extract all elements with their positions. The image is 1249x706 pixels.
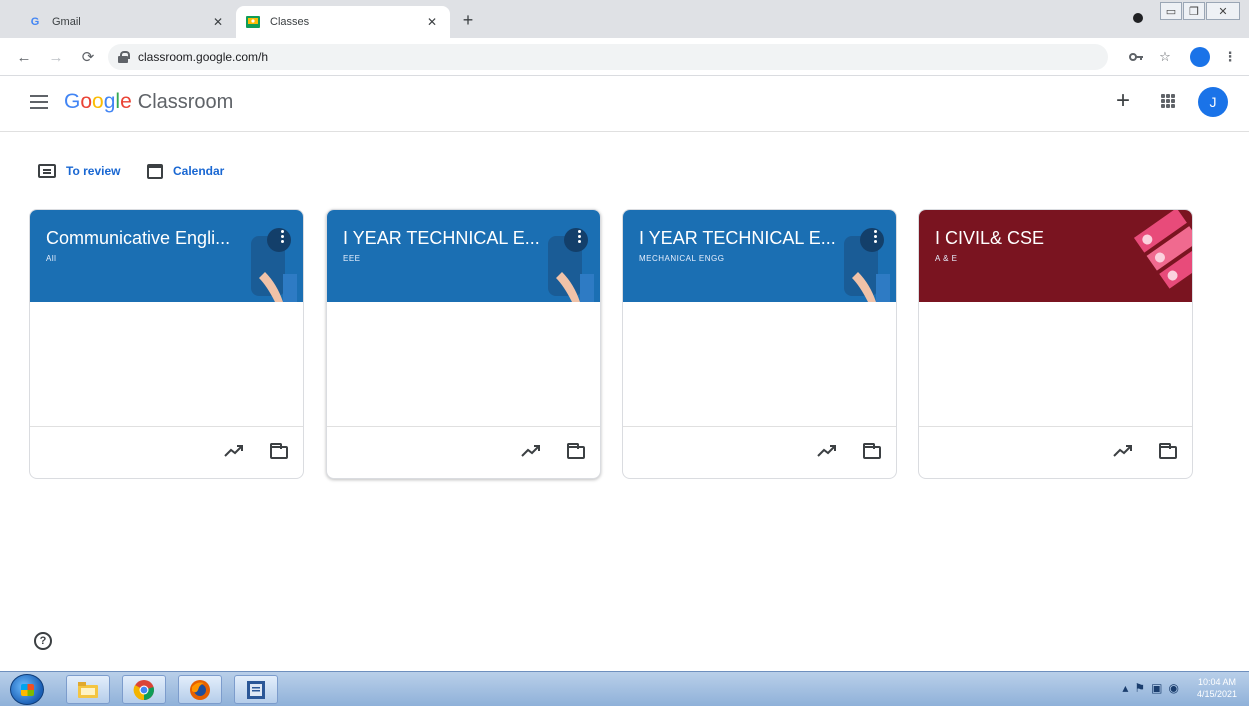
key-icon[interactable] (1126, 47, 1146, 67)
reload-icon[interactable]: ⟳ (78, 47, 98, 67)
start-button[interactable] (10, 674, 44, 705)
app-header: Google Classroom + J (0, 76, 1249, 132)
calendar-link[interactable]: Calendar (147, 161, 224, 181)
to-review-label: To review (66, 164, 121, 178)
lock-icon (118, 51, 130, 63)
taskbar-word-button[interactable] (234, 675, 278, 704)
calendar-icon (147, 163, 163, 179)
card-footer (30, 426, 303, 478)
browser-menu-icon[interactable]: ⋮ (1220, 47, 1240, 67)
classroom-favicon-icon (246, 15, 260, 29)
class-card[interactable]: Communicative Engli... All (29, 209, 304, 479)
tray-icons[interactable]: ▴⚑▣◉ (1122, 681, 1185, 695)
windows-taskbar: ▴⚑▣◉ 10:04 AM 4/15/2021 (0, 671, 1249, 706)
forward-arrow-icon[interactable]: → (46, 47, 66, 67)
folder-icon[interactable] (863, 443, 881, 459)
to-review-icon (38, 164, 56, 178)
back-arrow-icon[interactable]: ← (14, 47, 34, 67)
google-classroom-logo[interactable]: Google Classroom (64, 90, 233, 114)
product-name: Classroom (137, 91, 234, 113)
trending-up-icon[interactable] (817, 443, 837, 459)
restore-button[interactable]: ❐ (1183, 2, 1205, 20)
banner-illustration-icon (251, 228, 297, 302)
minimize-button[interactable]: ▭ (1160, 2, 1182, 20)
create-join-class-button[interactable]: + (1112, 89, 1134, 113)
new-tab-button[interactable]: + (458, 10, 478, 31)
tab-classes[interactable]: Classes ✕ (236, 6, 450, 38)
card-footer (623, 426, 896, 478)
folder-icon[interactable] (270, 443, 288, 459)
class-name[interactable]: I YEAR TECHNICAL E... (639, 228, 836, 249)
main-menu-icon[interactable] (30, 95, 48, 109)
folder-icon (78, 681, 98, 698)
class-banner[interactable]: I CIVIL& CSE A & E (919, 210, 1192, 302)
folder-icon[interactable] (1159, 443, 1177, 459)
taskbar-explorer-button[interactable] (66, 675, 110, 704)
trending-up-icon[interactable] (224, 443, 244, 459)
url-text: classroom.google.com/h (138, 50, 269, 64)
help-icon[interactable]: ? (34, 632, 52, 650)
class-section: MECHANICAL ENGG (639, 254, 725, 263)
gmail-favicon-icon: G (30, 16, 40, 28)
class-section: EEE (343, 254, 361, 263)
tab-title: Classes (270, 16, 310, 28)
taskbar-firefox-button[interactable] (178, 675, 222, 704)
banner-illustration-icon (548, 228, 594, 302)
clock-date: 4/15/2021 (1196, 689, 1237, 699)
folder-icon[interactable] (567, 443, 585, 459)
trending-up-icon[interactable] (1113, 443, 1133, 459)
browser-toolbar: ← → ⟳ classroom.google.com/h ☆ ⋮ (0, 38, 1249, 76)
close-icon[interactable]: ✕ (210, 15, 226, 29)
banner-illustration-icon (844, 228, 890, 302)
address-bar[interactable]: classroom.google.com/h (108, 44, 1108, 70)
tab-gmail[interactable]: G Gmail ✕ (18, 6, 236, 38)
document-app-icon (247, 680, 265, 699)
class-banner[interactable]: I YEAR TECHNICAL E... MECHANICAL ENGG (623, 210, 896, 302)
more-options-icon[interactable] (872, 230, 878, 246)
card-footer (327, 426, 600, 478)
taskbar-chrome-button[interactable] (122, 675, 166, 704)
system-tray: ▴⚑▣◉ 10:04 AM 4/15/2021 (1122, 676, 1237, 700)
class-section: A & E (935, 254, 958, 263)
clock[interactable]: 10:04 AM 4/15/2021 (1197, 676, 1237, 700)
tab-title: Gmail (52, 16, 81, 28)
close-icon[interactable]: ✕ (424, 15, 440, 29)
firefox-icon (190, 679, 210, 700)
class-card[interactable]: I YEAR TECHNICAL E... EEE (326, 209, 601, 479)
calendar-label: Calendar (173, 164, 225, 178)
class-banner[interactable]: I YEAR TECHNICAL E... EEE (327, 210, 600, 302)
banner-illustration-icon (1133, 210, 1192, 289)
google-apps-icon[interactable] (1161, 94, 1175, 108)
window-close-button[interactable]: ✕ (1206, 2, 1240, 20)
profile-avatar[interactable] (1190, 47, 1210, 67)
class-section: All (46, 254, 57, 263)
class-card[interactable]: I YEAR TECHNICAL E... MECHANICAL ENGG (622, 209, 897, 479)
class-name[interactable]: Communicative Engli... (46, 228, 230, 249)
trending-up-icon[interactable] (521, 443, 541, 459)
class-name[interactable]: I YEAR TECHNICAL E... (343, 228, 540, 249)
bookmark-star-icon[interactable]: ☆ (1155, 47, 1175, 67)
browser-tab-strip: G Gmail ✕ Classes ✕ + ▭ ❐ ✕ (0, 0, 1249, 38)
class-name[interactable]: I CIVIL& CSE (935, 228, 1044, 249)
more-options-icon[interactable] (279, 230, 285, 246)
account-avatar[interactable]: J (1198, 87, 1228, 117)
to-review-link[interactable]: To review (38, 161, 120, 181)
chrome-icon (133, 679, 154, 700)
card-footer (919, 426, 1192, 478)
recording-dot-icon (1133, 13, 1143, 23)
more-options-icon[interactable] (576, 230, 582, 246)
clock-time: 10:04 AM (1197, 677, 1236, 687)
class-card[interactable]: I CIVIL& CSE A & E (918, 209, 1193, 479)
class-banner[interactable]: Communicative Engli... All (30, 210, 303, 302)
